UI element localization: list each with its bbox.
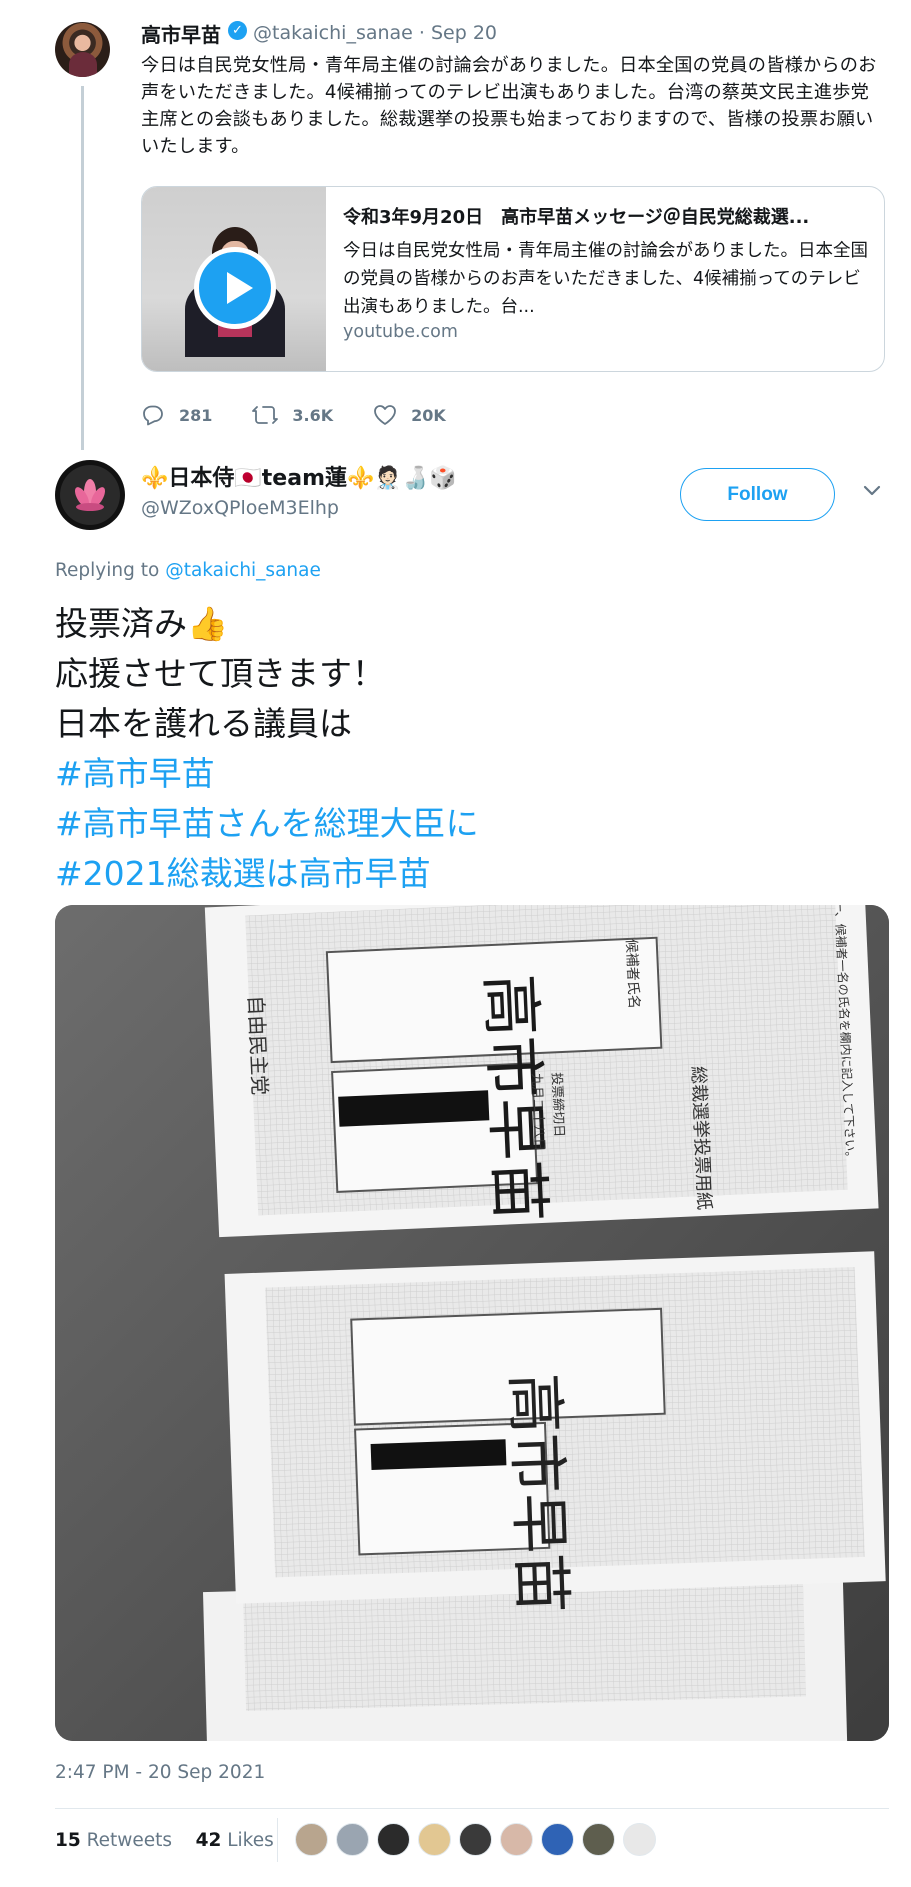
chevron-down-icon[interactable] — [862, 484, 882, 498]
liker-avatar[interactable] — [541, 1823, 574, 1856]
video-thumbnail[interactable] — [142, 187, 326, 371]
hashtag-link[interactable]: #高市早苗さんを総理大臣に — [55, 800, 479, 848]
reply-text-line: 応援させて頂きます！ — [55, 654, 385, 693]
link-preview-card[interactable]: 令和3年9月20日 高市早苗メッセージ＠自民党総裁選... 今日は自民党女性局・… — [141, 186, 885, 372]
reply-author-handle[interactable]: @WZoxQPloeM3Elhp — [141, 497, 339, 519]
parent-tweet-text: 今日は自民党女性局・青年局主催の討論会がありました。日本全国の党員の皆様からのお… — [141, 55, 877, 157]
reply-text-line: 投票済み👍 — [55, 604, 229, 643]
ballot-deadline-label: 投票締切日 — [548, 1072, 567, 1138]
retweets-label[interactable]: Retweets — [81, 1830, 172, 1851]
reply-count: 281 — [179, 405, 213, 425]
verified-icon: ✓ — [228, 21, 247, 40]
like-count: 20K — [411, 405, 446, 425]
reply-author-name[interactable]: ⚜️日本侍🇯🇵team蓮⚜️🧑🏻‍⚕️🍶🎲 — [141, 460, 457, 492]
liker-avatar[interactable] — [377, 1823, 410, 1856]
card-domain: youtube.com — [343, 322, 458, 342]
reply-action[interactable]: 281 — [141, 404, 212, 426]
likes-count[interactable]: 42 — [196, 1830, 222, 1851]
ballot-party-label: 自由民主党 — [244, 995, 272, 1096]
replying-to-link[interactable]: @takaichi_sanae — [165, 560, 321, 581]
follow-button[interactable]: Follow — [680, 468, 835, 521]
stats-separator — [277, 1818, 278, 1862]
liker-avatar[interactable] — [582, 1823, 615, 1856]
like-icon — [374, 405, 397, 425]
play-icon[interactable] — [194, 247, 276, 329]
ballot-paper: 高市早苗 自由民主党 総裁選挙投票用紙 候補者氏名 投票締切日 九月二十八日 一… — [204, 905, 879, 1238]
hashtag-link[interactable]: #2021総裁選は高市早苗 — [55, 850, 431, 898]
parent-action-bar: 281 3.6K 20K — [141, 400, 486, 430]
parent-author-name[interactable]: 高市早苗 — [141, 19, 221, 48]
hashtag-link[interactable]: #高市早苗 — [55, 750, 215, 798]
reply-icon — [143, 405, 163, 426]
retweet-count: 3.6K — [292, 405, 334, 425]
thread-connector-line — [81, 86, 84, 450]
liker-avatar[interactable] — [336, 1823, 369, 1856]
divider — [55, 1808, 889, 1809]
like-action[interactable]: 20K — [373, 404, 446, 426]
card-description: 今日は自民党女性局・青年局主催の討論会がありました。日本全国の党員の皆様からのお… — [343, 241, 868, 317]
tweet-timestamp[interactable]: 2:47 PM - 20 Sep 2021 — [55, 1762, 265, 1783]
lotus-icon — [75, 479, 105, 511]
likes-label[interactable]: Likes — [221, 1830, 274, 1851]
ballot-candidate-label: 候補者氏名 — [623, 939, 642, 1010]
ballot-photo[interactable]: 高市早苗 高市早苗 自由民主党 総裁選挙投票用紙 候補者氏名 投票締切日 九月二… — [55, 905, 889, 1741]
liker-avatar[interactable] — [500, 1823, 533, 1856]
reply-author-avatar[interactable] — [55, 460, 125, 530]
liker-avatar[interactable] — [295, 1823, 328, 1856]
engagement-stats: 15 Retweets 42 Likes — [55, 1830, 274, 1851]
reply-text-line: 日本を護れる議員は — [55, 704, 352, 743]
parent-handle-date[interactable]: @takaichi_sanae · Sep 20 — [253, 22, 497, 44]
retweets-count[interactable]: 15 — [55, 1830, 81, 1851]
retweet-action[interactable]: 3.6K — [252, 404, 333, 426]
liker-avatar[interactable] — [459, 1823, 492, 1856]
ballot-paper: 高市早苗 — [224, 1251, 886, 1614]
retweet-icon — [252, 406, 279, 424]
card-title: 令和3年9月20日 高市早苗メッセージ＠自民党総裁選... — [343, 207, 810, 228]
replying-prefix: Replying to — [55, 560, 166, 581]
liker-avatar[interactable] — [418, 1823, 451, 1856]
liker-avatars — [295, 1823, 664, 1856]
parent-author-avatar[interactable] — [55, 22, 110, 77]
ballot-handwritten-name: 高市早苗 — [498, 1372, 576, 1614]
liker-avatar[interactable] — [623, 1823, 656, 1856]
replying-to: Replying to @takaichi_sanae — [55, 560, 321, 581]
